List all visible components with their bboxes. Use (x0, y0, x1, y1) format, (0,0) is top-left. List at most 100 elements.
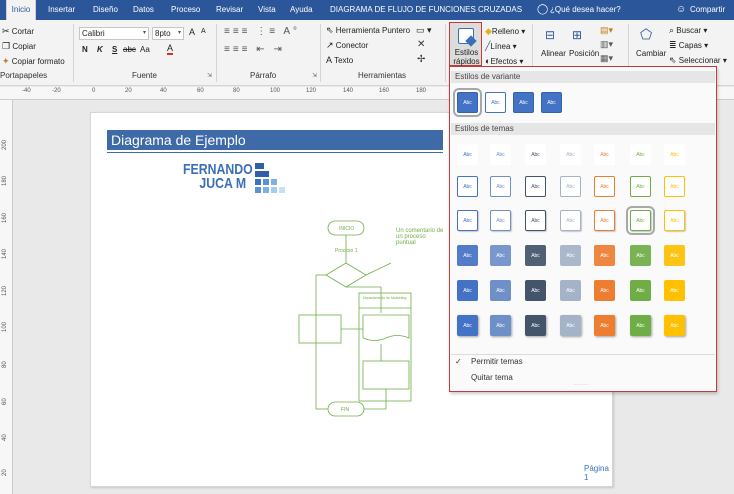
theme-style-swatch[interactable]: Abc (490, 280, 511, 301)
group-icon[interactable]: ▦▾ (600, 53, 613, 64)
theme-style-swatch[interactable]: Abc (457, 280, 478, 301)
theme-style-swatch[interactable]: Abc (560, 245, 581, 266)
theme-style-swatch[interactable]: Abc (630, 245, 651, 266)
theme-style-swatch[interactable]: Abc (630, 176, 651, 197)
theme-style-swatch[interactable]: Abc (457, 210, 478, 231)
remove-theme-option[interactable]: Quitar tema (471, 373, 513, 382)
flow-document-shape[interactable] (362, 314, 410, 341)
theme-style-swatch[interactable]: Abc (630, 280, 651, 301)
theme-style-swatch[interactable]: Abc (594, 210, 615, 231)
connector-button[interactable]: ↗ Conector (326, 40, 368, 51)
bold-button[interactable]: N (82, 45, 88, 54)
paragraph-launcher-icon[interactable]: ⇲ (312, 72, 317, 79)
theme-style-swatch[interactable]: Abc (525, 210, 546, 231)
theme-style-swatch[interactable]: Abc (664, 144, 685, 165)
comment-callout[interactable]: Un comentario de un proceso puntual (396, 228, 446, 246)
theme-style-swatch[interactable]: Abc (525, 315, 546, 336)
theme-style-swatch[interactable]: Abc (560, 176, 581, 197)
tab-ayuda[interactable]: Ayuda (290, 0, 313, 20)
theme-style-swatch[interactable]: Abc (490, 210, 511, 231)
theme-style-swatch[interactable]: Abc (560, 280, 581, 301)
fill-button[interactable]: ◆Relleno ▾ (485, 26, 525, 37)
italic-button[interactable]: K (97, 45, 103, 54)
text-tool-button[interactable]: A Texto (326, 55, 353, 65)
variant-style-swatch[interactable]: Abc (513, 92, 534, 113)
effects-button[interactable]: ◐Efectos ▾ (485, 56, 523, 66)
theme-style-swatch[interactable]: Abc (490, 315, 511, 336)
document-title-tab[interactable]: DIAGRAMA DE FLUJO DE FUNCIONES CRUZADAS (330, 0, 522, 20)
tab-datos[interactable]: Datos (133, 0, 154, 20)
theme-style-swatch[interactable]: Abc (664, 315, 685, 336)
theme-style-swatch[interactable]: Abc (560, 315, 581, 336)
rectangle-shape-button[interactable]: ▭ ▾ (416, 25, 432, 36)
search-tell-me[interactable]: ¿Qué desea hacer? (550, 0, 621, 20)
underline-button[interactable]: S (112, 45, 117, 54)
copy-button[interactable]: ❐ Copiar (2, 41, 36, 52)
indent-icons[interactable]: ≡≡≡ ⇤ ⇥ (224, 44, 285, 55)
theme-style-swatch[interactable]: Abc (664, 280, 685, 301)
layers-button[interactable]: ≣ Capas ▾ (669, 40, 708, 51)
change-case-button[interactable]: Aa (140, 45, 150, 54)
resize-grip-icon[interactable]: ····· (574, 382, 589, 388)
share-button[interactable]: Compartir (690, 0, 725, 20)
tab-proceso[interactable]: Proceso (171, 0, 200, 20)
vertical-ruler[interactable]: 200 180 160 140 120 100 80 60 40 20 (0, 100, 13, 494)
theme-style-swatch[interactable]: Abc (525, 245, 546, 266)
theme-style-swatch[interactable]: Abc (457, 144, 478, 165)
strikethrough-button[interactable]: abc (123, 45, 136, 54)
flowchart[interactable]: INICIO Proceso 1 Departamento de Marketi… (291, 213, 431, 443)
align-text-icons[interactable]: ≡≡≡ ⋮≡ A° (224, 26, 300, 37)
send-backward-icon[interactable]: ▥▾ (600, 39, 613, 50)
theme-style-swatch[interactable]: Abc (525, 144, 546, 165)
theme-style-swatch[interactable]: Abc (594, 144, 615, 165)
theme-style-swatch[interactable]: Abc (664, 210, 685, 231)
tab-vista[interactable]: Vista (258, 0, 276, 20)
font-launcher-icon[interactable]: ⇲ (207, 72, 212, 79)
page-title[interactable]: Diagrama de Ejemplo (107, 130, 443, 150)
flow-subprocess-container[interactable] (358, 292, 412, 402)
theme-style-swatch[interactable]: Abc (664, 176, 685, 197)
theme-style-swatch[interactable]: Abc (594, 245, 615, 266)
theme-style-swatch[interactable]: Abc (525, 176, 546, 197)
flow-decision-shape[interactable] (325, 262, 367, 288)
variant-style-swatch[interactable]: Abc (541, 92, 562, 113)
quick-styles-button[interactable]: Estilos rápidos (449, 22, 482, 66)
tab-insertar[interactable]: Insertar (48, 0, 75, 20)
flow-process-shape[interactable] (362, 360, 410, 390)
change-shape-button[interactable]: Cambiar (636, 49, 666, 58)
format-painter-button[interactable]: ✦ Copiar formato (2, 56, 65, 67)
align-button[interactable]: Alinear (541, 49, 566, 58)
theme-style-swatch[interactable]: Abc (457, 315, 478, 336)
select-button[interactable]: ⇖ Seleccionar ▾ (669, 55, 727, 66)
theme-style-swatch[interactable]: Abc (490, 144, 511, 165)
flow-side-process-shape[interactable] (298, 314, 342, 344)
theme-style-swatch[interactable]: Abc (560, 144, 581, 165)
font-color-button[interactable]: A (167, 44, 174, 55)
theme-style-swatch[interactable]: Abc (457, 245, 478, 266)
tab-revisar[interactable]: Revisar (216, 0, 243, 20)
tab-inicio[interactable]: Inicio (6, 0, 36, 20)
font-family-select[interactable]: Calibri ▾ (79, 27, 149, 40)
position-button[interactable]: Posición (569, 49, 599, 58)
theme-style-swatch[interactable]: Abc (626, 206, 655, 235)
line-button[interactable]: ╱Línea ▾ (485, 41, 517, 52)
theme-style-swatch[interactable]: Abc (630, 144, 651, 165)
font-size-select[interactable]: 8pto ▾ (152, 27, 184, 40)
variant-style-swatch[interactable]: Abc (485, 92, 506, 113)
cut-button[interactable]: ✂ Cortar (2, 26, 34, 37)
variant-style-swatch[interactable]: Abc (453, 88, 482, 117)
theme-style-swatch[interactable]: Abc (664, 245, 685, 266)
find-button[interactable]: ⌕ Buscar ▾ (669, 25, 707, 36)
theme-style-swatch[interactable]: Abc (630, 315, 651, 336)
theme-style-swatch[interactable]: Abc (457, 176, 478, 197)
theme-style-swatch[interactable]: Abc (594, 280, 615, 301)
theme-style-swatch[interactable]: Abc (525, 280, 546, 301)
theme-style-swatch[interactable]: Abc (490, 176, 511, 197)
quick-styles-gallery[interactable]: Estilos de variante Estilos de temas ✓ P… (449, 66, 717, 392)
allow-themes-option[interactable]: Permitir temas (471, 357, 523, 366)
theme-style-swatch[interactable]: Abc (594, 176, 615, 197)
connection-point-icon[interactable]: ✢ (417, 54, 425, 65)
shrink-font-button[interactable]: A (201, 28, 206, 35)
theme-style-swatch[interactable]: Abc (490, 245, 511, 266)
close-icon[interactable]: ✕ (417, 39, 425, 50)
